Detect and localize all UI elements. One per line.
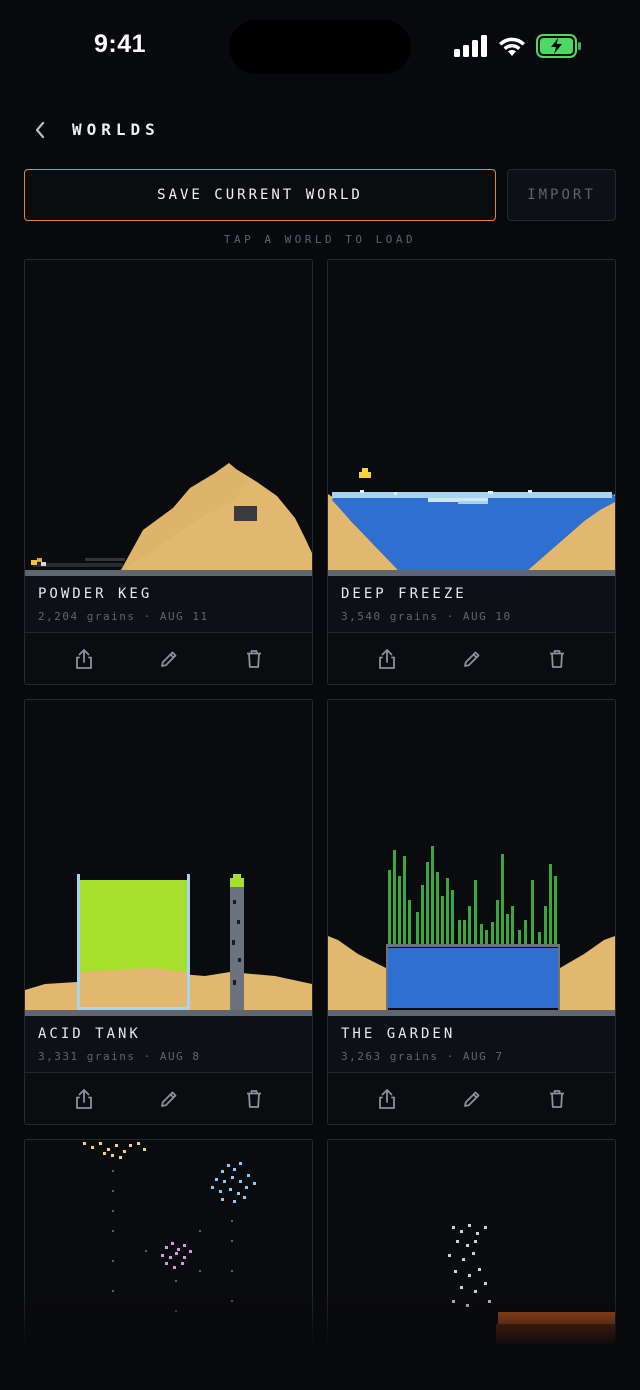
share-button[interactable]: [64, 639, 104, 679]
world-card[interactable]: THE GARDEN 3,263 grains · AUG 7: [327, 699, 616, 1125]
world-date: AUG 8: [159, 1050, 201, 1063]
share-button[interactable]: [64, 1079, 104, 1119]
status-time: 9:41: [94, 30, 147, 58]
delete-button[interactable]: [234, 639, 274, 679]
world-grains: 3,331 grains: [38, 1050, 136, 1063]
meta-separator: ·: [143, 610, 152, 623]
dynamic-island: [229, 20, 411, 74]
navigation-header: WORLDS: [0, 110, 640, 150]
delete-button[interactable]: [234, 1079, 274, 1119]
world-grains: 2,204 grains: [38, 610, 136, 623]
world-thumbnail-acid-tank: [25, 700, 312, 1016]
world-date: AUG 7: [462, 1050, 504, 1063]
page-title: WORLDS: [72, 120, 160, 139]
cellular-signal-icon: [454, 35, 487, 57]
world-thumbnail-sparks: [328, 1140, 615, 1358]
world-thumbnail-powder-keg: [25, 260, 312, 576]
pencil-icon: [160, 651, 176, 667]
load-hint: TAP A WORLD TO LOAD: [223, 233, 417, 246]
share-icon: [378, 1088, 395, 1109]
meta-separator: ·: [446, 610, 455, 623]
world-info: POWDER KEG 2,204 grains · AUG 11: [25, 576, 312, 632]
rename-button[interactable]: [149, 1079, 189, 1119]
trash-icon: [246, 1089, 261, 1108]
back-button[interactable]: [28, 116, 52, 144]
save-current-world-button[interactable]: SAVE CURRENT WORLD: [24, 169, 496, 221]
world-card[interactable]: ACID TANK 3,331 grains · AUG 8: [24, 699, 313, 1125]
rename-button[interactable]: [452, 1079, 492, 1119]
meta-separator: ·: [143, 1050, 152, 1063]
delete-button[interactable]: [537, 639, 577, 679]
share-button[interactable]: [367, 1079, 407, 1119]
trash-icon: [549, 1089, 564, 1108]
pencil-icon: [160, 1091, 176, 1107]
world-actions: [328, 1072, 615, 1124]
world-meta: 3,331 grains · AUG 8: [38, 1050, 200, 1063]
share-button[interactable]: [367, 639, 407, 679]
world-card[interactable]: [24, 1139, 313, 1359]
world-name: DEEP FREEZE: [341, 586, 467, 602]
world-name: THE GARDEN: [341, 1026, 456, 1042]
wifi-icon: [499, 37, 525, 56]
world-info: THE GARDEN 3,263 grains · AUG 7: [328, 1016, 615, 1072]
world-thumbnail-deep-freeze: [328, 260, 615, 576]
rename-button[interactable]: [149, 639, 189, 679]
world-thumbnail-fireworks: [25, 1140, 312, 1358]
world-thumbnail-the-garden: [328, 700, 615, 1016]
world-actions: [25, 632, 312, 684]
world-meta: 2,204 grains · AUG 11: [38, 610, 209, 623]
world-meta: 3,540 grains · AUG 10: [341, 610, 512, 623]
world-grains: 3,540 grains: [341, 610, 439, 623]
pencil-icon: [463, 651, 479, 667]
import-button[interactable]: IMPORT: [507, 169, 616, 221]
world-info: ACID TANK 3,331 grains · AUG 8: [25, 1016, 312, 1072]
rename-button[interactable]: [452, 639, 492, 679]
trash-icon: [246, 649, 261, 668]
world-info: DEEP FREEZE 3,540 grains · AUG 10: [328, 576, 615, 632]
world-date: AUG 11: [159, 610, 209, 623]
share-icon: [75, 1088, 92, 1109]
world-name: POWDER KEG: [38, 586, 153, 602]
world-meta: 3,263 grains · AUG 7: [341, 1050, 503, 1063]
world-actions: [328, 632, 615, 684]
chevron-left-icon: [35, 121, 45, 139]
world-card[interactable]: POWDER KEG 2,204 grains · AUG 11: [24, 259, 313, 685]
battery-charging-icon: [536, 34, 581, 58]
share-icon: [75, 648, 92, 669]
world-date: AUG 10: [462, 610, 512, 623]
world-card[interactable]: DEEP FREEZE 3,540 grains · AUG 10: [327, 259, 616, 685]
world-actions: [25, 1072, 312, 1124]
status-icons: [454, 34, 582, 58]
world-name: ACID TANK: [38, 1026, 141, 1042]
share-icon: [378, 648, 395, 669]
delete-button[interactable]: [537, 1079, 577, 1119]
meta-separator: ·: [446, 1050, 455, 1063]
world-grains: 3,263 grains: [341, 1050, 439, 1063]
pencil-icon: [463, 1091, 479, 1107]
trash-icon: [549, 649, 564, 668]
status-bar: 9:41: [0, 0, 640, 96]
world-card[interactable]: [327, 1139, 616, 1359]
